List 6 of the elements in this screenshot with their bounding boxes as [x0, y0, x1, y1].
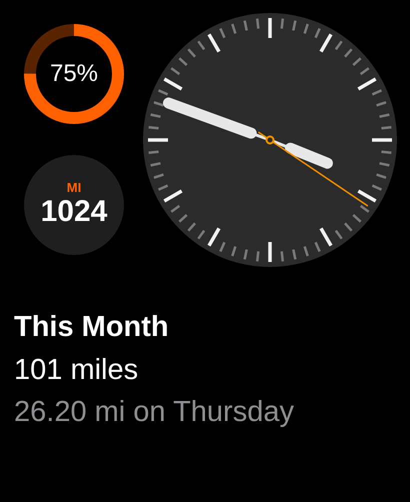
daily-detail: 26.20 mi on Thursday	[14, 395, 294, 430]
percent-label: 75%	[48, 60, 100, 88]
summary-title: This Month	[14, 310, 169, 345]
unit-label: MI	[66, 181, 82, 195]
total-distance: 101 miles	[14, 353, 138, 388]
distance-value: 1024	[40, 195, 108, 229]
